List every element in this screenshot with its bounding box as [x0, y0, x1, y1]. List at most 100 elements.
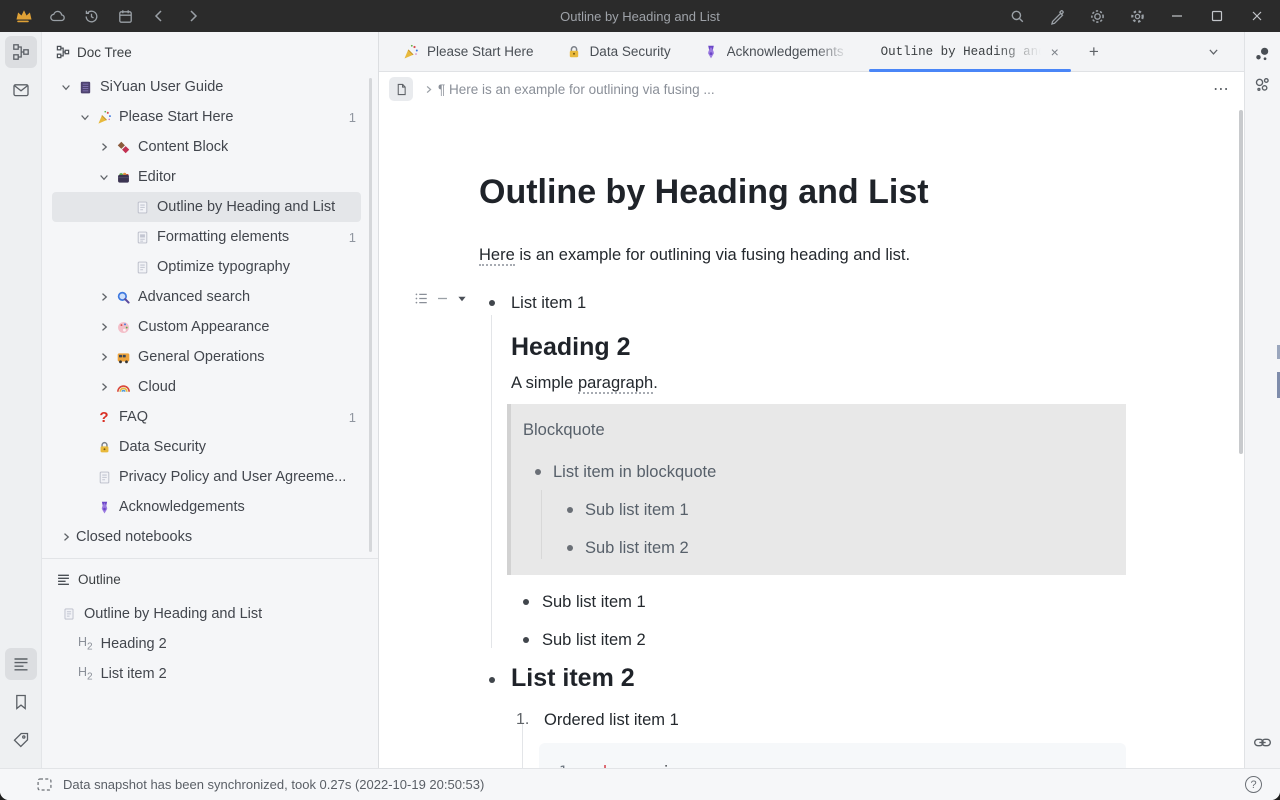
chevron-down-icon[interactable]	[56, 79, 76, 95]
editor[interactable]: Outline by Heading and List Here is an e…	[379, 106, 1244, 768]
outline-item-heading-2[interactable]: H2 Heading 2	[42, 629, 378, 659]
list-bullet[interactable]	[567, 545, 573, 551]
chevron-right-icon[interactable]	[94, 289, 114, 305]
tree-item-advanced-search[interactable]: Advanced search	[42, 282, 378, 312]
tree-item-optimize-typography[interactable]: Optimize typography	[42, 252, 378, 282]
workspace-crown-icon[interactable]	[12, 5, 34, 27]
dock-doc-tree-button[interactable]	[5, 36, 37, 68]
tab-acknowledgements[interactable]: Acknowledgements	[687, 32, 865, 72]
tree-item-label: Privacy Policy and User Agreeme...	[119, 469, 346, 485]
blockquote-sub-list-item[interactable]: Sub list item 2	[519, 535, 1110, 561]
block-gutter[interactable]	[414, 291, 468, 306]
tree-item-formatting-elements[interactable]: Formatting elements 1	[42, 222, 378, 252]
heading-2[interactable]: Heading 2	[511, 330, 1127, 364]
maximize-icon[interactable]	[1202, 5, 1232, 27]
chevron-right-icon[interactable]	[94, 139, 114, 155]
tree-item-privacy-policy[interactable]: Privacy Policy and User Agreeme...	[42, 462, 378, 492]
more-options-icon[interactable]: ⋯	[1213, 79, 1230, 99]
list-bullet[interactable]	[523, 637, 529, 643]
party-popper-icon	[403, 44, 419, 60]
global-graph-button[interactable]	[1249, 70, 1277, 98]
chevron-right-icon[interactable]	[94, 349, 114, 365]
minimize-icon[interactable]	[1162, 5, 1192, 27]
theme-sun-icon[interactable]	[1082, 5, 1112, 27]
list-bullet[interactable]	[523, 599, 529, 605]
gutter-dash-icon[interactable]	[436, 292, 449, 305]
graph-view-button[interactable]	[1249, 40, 1277, 68]
snapshot-icon	[36, 776, 53, 793]
virtual-ref[interactable]: Here	[479, 246, 515, 266]
dock-bookmark-button[interactable]	[5, 686, 37, 718]
tree-item-editor[interactable]: Editor	[42, 162, 378, 192]
virtual-ref[interactable]: paragraph	[578, 374, 653, 394]
chevron-right-icon[interactable]	[94, 379, 114, 395]
gutter-collapse-arrow-icon[interactable]	[456, 293, 468, 305]
search-icon[interactable]	[1002, 5, 1032, 27]
doc-count-badge: 1	[349, 230, 378, 245]
editor-scrollbar[interactable]	[1239, 110, 1243, 454]
blockquote-sub-list-item[interactable]: Sub list item 1	[519, 497, 1110, 523]
tree-item-acknowledgements[interactable]: Acknowledgements	[42, 492, 378, 522]
tree-item-closed-notebooks[interactable]: Closed notebooks	[42, 522, 378, 552]
close-icon[interactable]	[1242, 5, 1272, 27]
blockquote[interactable]: Blockquote List item in blockquote Sub l…	[507, 404, 1126, 575]
document-title[interactable]: Outline by Heading and List	[479, 170, 1127, 214]
tree-item-label: Acknowledgements	[119, 499, 245, 515]
tree-item-custom-appearance[interactable]: Custom Appearance	[42, 312, 378, 342]
chevron-down-icon[interactable]	[75, 109, 95, 125]
outline-item-list-item-2[interactable]: H2 List item 2	[42, 659, 378, 689]
dock-inbox-button[interactable]	[5, 74, 37, 106]
document-content: Outline by Heading and List Here is an e…	[479, 106, 1127, 768]
tab-outline-by-heading-and-list[interactable]: Outline by Heading and List ×	[865, 32, 1075, 72]
tree-item-siyuan-user-guide[interactable]: SiYuan User Guide	[42, 72, 378, 102]
sync-cloud-icon[interactable]	[46, 5, 68, 27]
tree-item-content-block[interactable]: Content Block	[42, 132, 378, 162]
tree-scrollbar[interactable]	[369, 78, 372, 552]
list-bullet[interactable]	[535, 469, 541, 475]
list-item-2-heading[interactable]: List item 2	[479, 661, 1127, 695]
chevron-right-icon[interactable]	[56, 529, 76, 545]
file-icon[interactable]	[389, 77, 413, 101]
outline-list: Outline by Heading and List H2 Heading 2…	[42, 599, 378, 689]
simple-paragraph[interactable]: A simple paragraph.	[511, 370, 1127, 396]
list-guide-line	[541, 490, 542, 559]
dock-outline-button[interactable]	[5, 648, 37, 680]
list-bullet[interactable]	[567, 507, 573, 513]
tree-item-general-operations[interactable]: General Operations	[42, 342, 378, 372]
list-bullet[interactable]	[489, 300, 495, 306]
tab-please-start-here[interactable]: Please Start Here	[387, 32, 550, 72]
settings-gear-icon[interactable]	[1122, 5, 1152, 27]
nav-forward-icon[interactable]	[182, 5, 204, 27]
sub-list-item[interactable]: Sub list item 2	[479, 627, 1127, 653]
chevron-right-icon[interactable]	[94, 319, 114, 335]
breadcrumb-block[interactable]: ¶ Here is an example for outlining via f…	[438, 82, 715, 97]
tab-data-security[interactable]: Data Security	[550, 32, 687, 72]
list-item-1[interactable]: List item 1	[479, 290, 1127, 316]
tree-item-cloud[interactable]: Cloud	[42, 372, 378, 402]
backlinks-button[interactable]	[1249, 728, 1277, 756]
gutter-list-icon[interactable]	[414, 291, 429, 306]
titlebar: Outline by Heading and List	[0, 0, 1280, 32]
tree-item-label: SiYuan User Guide	[100, 79, 223, 95]
tree-item-outline-by-heading-and-list[interactable]: Outline by Heading and List	[52, 192, 361, 222]
edit-pencil-icon[interactable]	[1042, 5, 1072, 27]
chevron-down-icon[interactable]	[94, 169, 114, 185]
history-icon[interactable]	[80, 5, 102, 27]
nav-back-icon[interactable]	[148, 5, 170, 27]
blockquote-list-item[interactable]: List item in blockquote	[519, 459, 1110, 485]
outline-item-doc[interactable]: Outline by Heading and List	[42, 599, 378, 629]
tree-item-data-security[interactable]: Data Security	[42, 432, 378, 462]
code-block[interactable]: 1package main	[539, 743, 1126, 768]
intro-paragraph[interactable]: Here is an example for outlining via fus…	[479, 242, 1127, 268]
tree-item-please-start-here[interactable]: Please Start Here 1	[42, 102, 378, 132]
help-icon[interactable]: ?	[1245, 776, 1262, 793]
daily-note-calendar-icon[interactable]	[114, 5, 136, 27]
ordered-list-item[interactable]: 1. Ordered list item 1	[479, 707, 1127, 733]
new-tab-button[interactable]: +	[1075, 42, 1113, 62]
tab-list-chevron-icon[interactable]	[1207, 45, 1220, 58]
tab-close-icon[interactable]: ×	[1051, 44, 1059, 60]
dock-tag-button[interactable]	[5, 724, 37, 756]
sub-list-item[interactable]: Sub list item 1	[479, 589, 1127, 615]
list-bullet[interactable]	[489, 677, 495, 683]
tree-item-faq[interactable]: ? FAQ 1	[42, 402, 378, 432]
